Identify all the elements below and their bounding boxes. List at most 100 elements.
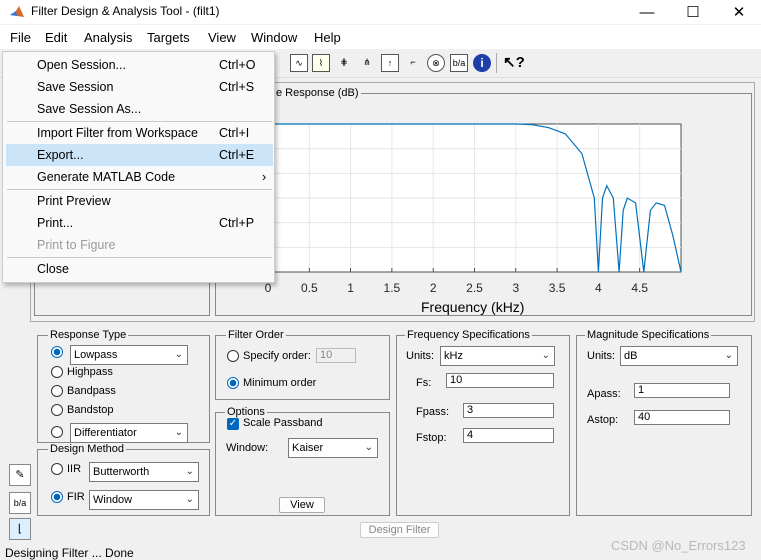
magnitude-specifications-title: Magnitude Specifications bbox=[585, 329, 712, 341]
menu-item-label: Print to Figure bbox=[37, 238, 116, 252]
specify-order-input[interactable]: 10 bbox=[316, 348, 356, 363]
menu-item-shortcut: Ctrl+S bbox=[219, 80, 255, 94]
menu-item-open-session[interactable]: Open Session... Ctrl+O bbox=[6, 54, 273, 76]
astop-input[interactable]: 40 bbox=[634, 410, 730, 425]
menu-file[interactable]: File bbox=[8, 30, 33, 45]
realize-model-icon[interactable]: b/a bbox=[9, 492, 31, 514]
menu-item-label: Print... bbox=[37, 216, 74, 230]
menu-targets[interactable]: Targets bbox=[145, 30, 192, 45]
lowpass-select[interactable]: Lowpass ⌄ bbox=[70, 345, 188, 365]
differentiator-radio[interactable] bbox=[51, 426, 63, 438]
highpass-label: Highpass bbox=[67, 366, 113, 378]
bandpass-label: Bandpass bbox=[67, 385, 116, 397]
menu-edit[interactable]: Edit bbox=[43, 30, 69, 45]
phase-response-icon[interactable]: ⌇ bbox=[312, 54, 330, 72]
step-response-icon[interactable]: ⌐ bbox=[404, 54, 422, 72]
menu-item-label: Import Filter from Workspace bbox=[37, 126, 198, 140]
fir-method-select[interactable]: Window ⌄ bbox=[89, 490, 199, 510]
bandstop-radio[interactable] bbox=[51, 404, 63, 416]
close-icon: ✕ bbox=[732, 4, 746, 21]
info-icon[interactable]: i bbox=[473, 54, 491, 72]
menu-item-save-session[interactable]: Save Session Ctrl+S bbox=[6, 76, 273, 98]
x-tick-label: 0 bbox=[265, 281, 272, 295]
menu-item-print[interactable]: Print... Ctrl+P bbox=[6, 212, 273, 234]
pole-zero-editor-icon[interactable]: ✎ bbox=[9, 464, 31, 486]
chevron-down-icon: ⌄ bbox=[364, 442, 373, 453]
fir-label: FIR bbox=[67, 491, 85, 503]
minimize-button[interactable]: — bbox=[624, 0, 670, 24]
menu-item-close[interactable]: Close bbox=[6, 258, 273, 280]
window-select[interactable]: Kaiser ⌄ bbox=[288, 438, 378, 458]
chevron-down-icon: ⌄ bbox=[541, 350, 550, 361]
menu-item-print-to-figure: Print to Figure bbox=[6, 234, 273, 256]
fs-input[interactable]: 10 bbox=[446, 373, 554, 388]
chart-x-label: Frequency (kHz) bbox=[421, 299, 525, 315]
design-filter-icon[interactable]: ⌊ bbox=[9, 518, 31, 540]
menu-window[interactable]: Window bbox=[249, 30, 299, 45]
lowpass-radio[interactable] bbox=[51, 346, 63, 358]
menu-item-generate-matlab-code[interactable]: Generate MATLAB Code › bbox=[6, 166, 273, 188]
chevron-down-icon: ⌄ bbox=[174, 349, 183, 360]
fir-radio[interactable] bbox=[51, 491, 63, 503]
status-text: Designing Filter ... Done bbox=[5, 546, 134, 560]
menu-item-label: Print Preview bbox=[37, 194, 111, 208]
impulse-response-icon[interactable]: ↑ bbox=[381, 54, 399, 72]
view-button[interactable]: View bbox=[279, 497, 325, 513]
x-tick-label: 1.5 bbox=[384, 281, 401, 295]
differentiator-select[interactable]: Differentiator ⌄ bbox=[70, 423, 188, 443]
fstop-input[interactable]: 4 bbox=[463, 428, 554, 443]
menu-analysis[interactable]: Analysis bbox=[82, 30, 134, 45]
chevron-down-icon: ⌄ bbox=[185, 466, 194, 477]
window-label: Window: bbox=[226, 442, 269, 454]
menu-item-export[interactable]: Export... Ctrl+E bbox=[6, 144, 273, 166]
highpass-radio[interactable] bbox=[51, 366, 63, 378]
submenu-arrow-icon: › bbox=[262, 170, 267, 184]
filter-order-panel: Filter Order bbox=[215, 329, 390, 400]
menu-item-import-filter[interactable]: Import Filter from Workspace Ctrl+I bbox=[6, 122, 273, 144]
maximize-icon: ☐ bbox=[686, 4, 700, 21]
scale-passband-checkbox[interactable]: ✓ bbox=[227, 418, 239, 430]
bandpass-radio[interactable] bbox=[51, 385, 63, 397]
fstop-label: Fstop: bbox=[416, 432, 447, 444]
design-filter-button[interactable]: Design Filter bbox=[360, 522, 439, 538]
scale-passband-label: Scale Passband bbox=[243, 417, 323, 429]
menu-help[interactable]: Help bbox=[312, 30, 343, 45]
menu-item-label: Open Session... bbox=[37, 58, 126, 72]
magnitude-response-chart: 0 0.5 1 1.5 2 2.5 3 3.5 4 4.5 bbox=[265, 123, 682, 295]
x-tick-label: 3 bbox=[512, 281, 519, 295]
apass-input[interactable]: 1 bbox=[634, 383, 730, 398]
menu-view[interactable]: View bbox=[206, 30, 238, 45]
close-button[interactable]: ✕ bbox=[716, 0, 761, 24]
pole-zero-icon[interactable]: ⊗ bbox=[427, 54, 445, 72]
chevron-down-icon: ⌄ bbox=[185, 494, 194, 505]
checkmark-icon: ✓ bbox=[228, 418, 238, 429]
coefficients-icon[interactable]: b/a bbox=[450, 54, 468, 72]
menu-item-label: Save Session As... bbox=[37, 102, 142, 116]
watermark: CSDN @No_Errors123 bbox=[611, 538, 746, 553]
frequency-specifications-title: Frequency Specifications bbox=[405, 329, 532, 341]
toolbar-separator bbox=[496, 53, 497, 73]
iir-method-select[interactable]: Butterworth ⌄ bbox=[89, 462, 199, 482]
menu-bar: File Edit Analysis Targets View Window H… bbox=[0, 25, 761, 49]
minimum-order-radio[interactable] bbox=[227, 377, 239, 389]
group-delay-icon[interactable]: ⋕ bbox=[335, 54, 353, 72]
freq-units-select[interactable]: kHz ⌄ bbox=[440, 346, 555, 366]
menu-item-label: Save Session bbox=[37, 80, 114, 94]
x-tick-label: 3.5 bbox=[549, 281, 566, 295]
menu-item-save-session-as[interactable]: Save Session As... bbox=[6, 98, 273, 120]
design-method-title: Design Method bbox=[48, 443, 126, 455]
iir-radio[interactable] bbox=[51, 463, 63, 475]
minimize-icon: — bbox=[639, 3, 655, 21]
menu-item-print-preview[interactable]: Print Preview bbox=[6, 190, 273, 212]
maximize-button[interactable]: ☐ bbox=[670, 0, 716, 24]
fpass-input[interactable]: 3 bbox=[463, 403, 554, 418]
apass-label: Apass: bbox=[587, 388, 621, 400]
specify-order-radio[interactable] bbox=[227, 350, 239, 362]
bandstop-label: Bandstop bbox=[67, 404, 114, 416]
chevron-down-icon: ⌄ bbox=[724, 350, 733, 361]
mag-units-select[interactable]: dB ⌄ bbox=[620, 346, 738, 366]
phase-delay-icon[interactable]: ⋔ bbox=[358, 54, 376, 72]
whats-this-icon[interactable]: ↖? bbox=[503, 53, 525, 71]
window-value: Kaiser bbox=[292, 442, 324, 454]
magnitude-response-icon[interactable]: ∿ bbox=[290, 54, 308, 72]
